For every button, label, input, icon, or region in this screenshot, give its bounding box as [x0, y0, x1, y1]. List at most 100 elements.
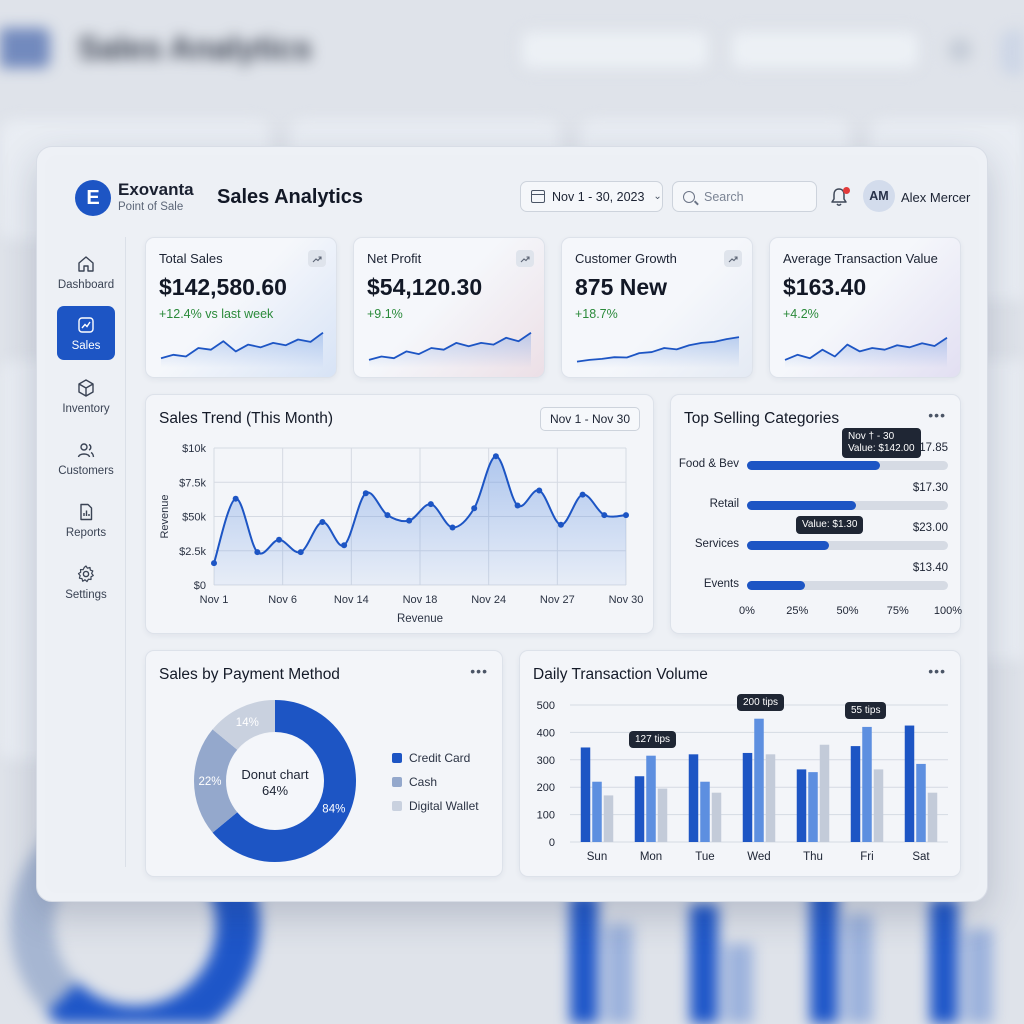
notification-dot	[843, 187, 850, 194]
category-bar-fill[interactable]	[747, 581, 806, 590]
volume-bar	[796, 769, 807, 842]
legend-item[interactable]: Cash	[392, 775, 479, 789]
y-tick-label: $0	[194, 580, 206, 592]
trend-point	[557, 521, 564, 528]
category-bar-fill[interactable]	[747, 501, 856, 510]
category-label: Food & Bev	[678, 458, 739, 470]
donut-slice-label: 84%	[322, 804, 345, 816]
date-range-label: Nov 1 - 30, 2023	[552, 189, 645, 204]
volume-bar	[580, 747, 591, 842]
brand-logo-icon[interactable]: E	[75, 180, 111, 216]
sidebar-item-reports[interactable]: Reports	[57, 493, 115, 547]
volume-bar	[873, 769, 884, 842]
chart-icon	[78, 316, 94, 333]
trend-point	[514, 502, 521, 509]
kpi-label: Net Profit	[367, 251, 422, 266]
legend-swatch	[392, 801, 402, 811]
trend-point	[492, 453, 499, 460]
trend-up-icon[interactable]	[516, 250, 534, 267]
volume-bar	[700, 781, 710, 842]
sidebar-item-dashboard[interactable]: Dashboard	[57, 245, 115, 299]
trend-point	[232, 495, 239, 502]
date-range-picker[interactable]: Nov 1 - 30, 2023 ⌄	[520, 181, 663, 212]
payment-method-card: Sales by Payment Method ••• 84% 22% 14% Do…	[145, 650, 503, 877]
category-value: $13.40	[912, 562, 948, 574]
sidebar-item-inventory[interactable]: Inventory	[57, 369, 115, 423]
kpi-delta: +4.2%	[783, 307, 819, 321]
volume-bar	[850, 746, 861, 842]
x-tick-label: Thu	[803, 851, 823, 863]
y-tick-label: $2.5k	[179, 546, 206, 558]
page-title: Sales Analytics	[217, 186, 364, 208]
kpi-card-customer-growth[interactable]: Customer Growth 875 New +18.7%	[561, 237, 753, 378]
trend-up-icon[interactable]	[724, 250, 742, 267]
more-options-icon[interactable]: •••	[470, 663, 488, 679]
sidebar-item-label: Reports	[65, 526, 107, 539]
sparkline-area	[161, 332, 323, 368]
x-tick-label: Nov 14	[334, 594, 369, 606]
trend-point	[449, 524, 456, 531]
volume-bar	[916, 763, 926, 842]
sidebar-item-sales[interactable]: Sales	[57, 306, 115, 360]
volume-bar	[904, 725, 915, 842]
trend-point	[254, 549, 261, 556]
user-avatar[interactable]: AM	[863, 180, 895, 212]
trend-point	[384, 512, 391, 519]
kpi-card-net-profit[interactable]: Net Profit $54,120.30 +9.1%	[353, 237, 545, 378]
sidebar-item-label: Sales	[71, 339, 101, 352]
background-title: Sales Analytics	[78, 30, 312, 66]
top-categories-card: Top Selling Categories ••• Food & Bev $17…	[670, 394, 962, 634]
kpi-value: $54,120.30	[367, 274, 483, 300]
y-tick-label: $7.5k	[179, 477, 206, 489]
x-tick-label: Wed	[747, 851, 770, 863]
kpi-label: Customer Growth	[575, 251, 677, 266]
sidebar-item-settings[interactable]: Settings	[57, 555, 115, 609]
sidebar-item-label: Settings	[65, 588, 107, 601]
trend-point	[319, 518, 326, 525]
search-icon	[683, 190, 695, 203]
daily-volume-card: Daily Transaction Volume ••• 0 100 200 300 4…	[519, 650, 961, 877]
trend-up-icon[interactable]	[308, 250, 326, 267]
user-name[interactable]: Alex Mercer	[901, 190, 970, 205]
x-tick-label: Nov 24	[471, 594, 506, 606]
y-tick-label: 100	[537, 810, 555, 822]
sidebar-divider	[125, 237, 126, 867]
x-tick-label: Nov 18	[403, 594, 438, 606]
brand-name: Exovanta	[118, 180, 194, 199]
volume-bar	[742, 752, 753, 842]
legend-item[interactable]: Digital Wallet	[392, 799, 479, 813]
y-tick-label: 500	[537, 700, 555, 712]
kpi-delta: +18.7%	[575, 307, 618, 321]
category-bar-fill[interactable]	[747, 541, 830, 550]
users-icon	[77, 442, 95, 457]
legend-item[interactable]: Credit Card	[392, 751, 479, 765]
x-tick-label: 0%	[739, 605, 755, 617]
y-tick-label: 400	[537, 727, 555, 739]
x-tick-label: Nov 6	[268, 594, 297, 606]
search-field[interactable]	[672, 181, 817, 212]
x-tick-label: Sun	[587, 851, 607, 863]
category-label: Services	[694, 538, 739, 550]
category-value: $17.30	[912, 482, 948, 494]
trend-point	[341, 542, 348, 549]
volume-bar	[634, 776, 645, 842]
trend-point	[211, 560, 217, 567]
sidebar-item-label: Dashboard	[57, 278, 115, 291]
legend-label: Digital Wallet	[409, 799, 479, 813]
chevron-down-icon: ⌄	[653, 191, 662, 202]
background-date-picker	[520, 30, 710, 70]
donut-slice-label: 22%	[198, 776, 221, 788]
x-tick-label: Nov 1	[200, 594, 229, 606]
brand-subtitle: Point of Sale	[118, 201, 184, 213]
search-input[interactable]	[704, 189, 804, 204]
kpi-card-average-transaction[interactable]: Average Transaction Value $163.40 +4.2%	[769, 237, 961, 378]
kpi-label: Average Transaction Value	[783, 251, 938, 266]
category-bar-fill[interactable]	[747, 461, 880, 470]
sidebar-item-label: Customers	[58, 464, 114, 477]
card-title: Sales by Payment Method	[159, 666, 340, 683]
y-tick-label: 0	[549, 837, 555, 849]
sidebar-item-customers[interactable]: Customers	[57, 431, 115, 485]
volume-bar	[819, 744, 830, 842]
payment-legend: Credit Card Cash Digital Wallet	[392, 751, 479, 823]
kpi-card-total-sales[interactable]: Total Sales $142,580.60 +12.4% vs last w…	[145, 237, 337, 378]
